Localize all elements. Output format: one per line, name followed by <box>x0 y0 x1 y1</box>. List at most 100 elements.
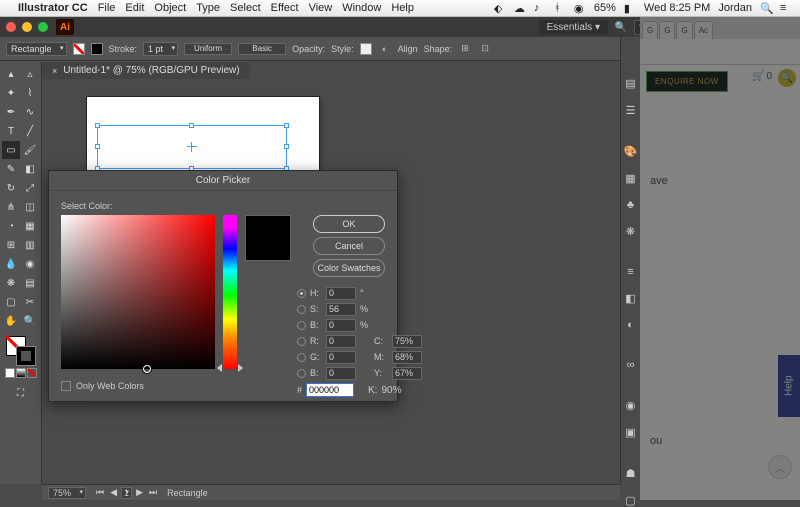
bl-radio[interactable] <box>297 369 306 378</box>
wifi-icon[interactable]: ◉ <box>574 2 586 14</box>
type-tool-icon[interactable]: T <box>2 122 20 140</box>
lasso-tool-icon[interactable]: ⌇ <box>21 84 39 102</box>
fill-swatch[interactable] <box>73 43 85 55</box>
menu-help[interactable]: Help <box>391 2 414 14</box>
resize-handle-icon[interactable] <box>95 144 100 149</box>
bluetooth-icon[interactable]: ᚼ <box>554 2 566 14</box>
b-input[interactable]: 0 <box>326 319 356 332</box>
libraries-panel-icon[interactable]: ☰ <box>623 104 639 117</box>
h-input[interactable]: 0 <box>326 287 356 300</box>
dropbox-icon[interactable]: ⬖ <box>494 2 506 14</box>
rectangle-tool-icon[interactable]: ▭ <box>2 141 20 159</box>
spotlight-icon[interactable]: 🔍 <box>760 2 772 14</box>
window-minimize-icon[interactable] <box>22 22 32 32</box>
symbol-sprayer-tool-icon[interactable]: ❋ <box>2 274 20 292</box>
user-menu[interactable]: Jordan <box>718 2 752 14</box>
appearance-panel-icon[interactable]: ◉ <box>623 399 639 412</box>
free-transform-tool-icon[interactable]: ◫ <box>21 198 39 216</box>
hue-arrow-icon[interactable] <box>238 364 243 372</box>
clock[interactable]: Wed 8:25 PM <box>644 2 710 14</box>
s-radio[interactable] <box>297 305 306 314</box>
menu-object[interactable]: Object <box>154 2 186 14</box>
direct-selection-tool-icon[interactable]: ▵ <box>21 65 39 83</box>
zoom-tool-icon[interactable]: 🔍 <box>21 312 39 330</box>
perspective-tool-icon[interactable]: ▦ <box>21 217 39 235</box>
blend-tool-icon[interactable]: ◉ <box>21 255 39 273</box>
screen-mode-icon[interactable]: ⛶ <box>12 384 30 402</box>
graph-tool-icon[interactable]: ▤ <box>21 274 39 292</box>
color-panel-icon[interactable]: 🎨 <box>623 145 639 158</box>
layers-panel-icon[interactable]: ☗ <box>623 467 639 480</box>
app-menu[interactable]: Illustrator CC <box>18 2 88 14</box>
color-mode-icon[interactable] <box>5 368 15 378</box>
window-close-icon[interactable] <box>6 22 16 32</box>
close-tab-icon[interactable]: × <box>52 66 57 76</box>
blue-input[interactable]: 0 <box>326 367 356 380</box>
none-mode-icon[interactable] <box>27 368 37 378</box>
s-input[interactable]: 56 <box>326 303 356 316</box>
prev-icon[interactable]: ◀ <box>108 487 119 498</box>
brush-dropdown[interactable]: Basic <box>238 43 286 55</box>
shape-type-dropdown[interactable]: Rectangle <box>6 42 67 56</box>
transform-icon[interactable]: ⊞ <box>458 42 472 56</box>
recolor-icon[interactable]: ◐ <box>378 42 392 56</box>
pen-tool-icon[interactable]: ✒ <box>2 103 20 121</box>
menu-view[interactable]: View <box>309 2 333 14</box>
menu-window[interactable]: Window <box>342 2 381 14</box>
stroke-panel-icon[interactable]: ≡ <box>623 266 639 278</box>
search-icon[interactable]: 🔍 <box>614 20 628 34</box>
workspace-switcher[interactable]: Essentials ▾ <box>539 20 608 35</box>
g-radio[interactable] <box>297 353 306 362</box>
brushes-panel-icon[interactable]: ♣ <box>623 199 639 211</box>
menu-file[interactable]: File <box>98 2 116 14</box>
cc-libraries-icon[interactable]: ∞ <box>623 359 639 371</box>
style-swatch[interactable] <box>360 43 372 55</box>
resize-handle-icon[interactable] <box>284 123 289 128</box>
cancel-button[interactable]: Cancel <box>313 237 385 255</box>
artboard-nav[interactable]: ⏮ ◀ 1 ▶ ⏭ <box>94 487 159 499</box>
selection-tool-icon[interactable]: ▴ <box>2 65 20 83</box>
line-tool-icon[interactable]: ╱ <box>21 122 39 140</box>
m-input[interactable]: 68% <box>392 351 422 364</box>
artboard-tool-icon[interactable]: ▢ <box>2 293 20 311</box>
artboard-number[interactable]: 1 <box>121 487 132 499</box>
color-field[interactable] <box>61 215 215 369</box>
stroke-profile-dropdown[interactable]: Uniform <box>184 43 232 55</box>
r-input[interactable]: 0 <box>326 335 356 348</box>
b-radio[interactable] <box>297 321 306 330</box>
hex-input[interactable]: 000000 <box>306 383 354 397</box>
gradient-panel-icon[interactable]: ◧ <box>623 292 639 305</box>
selected-rectangle[interactable] <box>97 125 287 169</box>
cloud-icon[interactable]: ☁ <box>514 2 526 14</box>
slice-tool-icon[interactable]: ✂ <box>21 293 39 311</box>
ok-button[interactable]: OK <box>313 215 385 233</box>
resize-handle-icon[interactable] <box>189 123 194 128</box>
isolate-icon[interactable]: ⊡ <box>478 42 492 56</box>
eraser-tool-icon[interactable]: ◧ <box>21 160 39 178</box>
scale-tool-icon[interactable]: ⤢ <box>21 179 39 197</box>
k-input[interactable]: 90% <box>381 385 401 396</box>
headphones-icon[interactable]: ♪ <box>534 2 546 14</box>
c-input[interactable]: 75% <box>392 335 422 348</box>
hue-slider[interactable] <box>223 215 237 369</box>
gradient-tool-icon[interactable]: ▥ <box>21 236 39 254</box>
zoom-dropdown[interactable]: 75% <box>48 487 86 499</box>
stroke-swatch[interactable] <box>91 43 103 55</box>
menu-edit[interactable]: Edit <box>125 2 144 14</box>
fill-stroke-control[interactable] <box>6 336 36 366</box>
next-icon[interactable]: ▶ <box>134 487 145 498</box>
curvature-tool-icon[interactable]: ∿ <box>21 103 39 121</box>
stroke-icon[interactable] <box>16 346 36 366</box>
graphic-styles-panel-icon[interactable]: ▣ <box>623 426 639 439</box>
properties-panel-icon[interactable]: ▤ <box>623 77 639 90</box>
h-radio[interactable] <box>297 289 306 298</box>
y-input[interactable]: 67% <box>392 367 422 380</box>
magic-wand-tool-icon[interactable]: ✦ <box>2 84 20 102</box>
notification-icon[interactable]: ≡ <box>780 2 792 14</box>
window-zoom-icon[interactable] <box>38 22 48 32</box>
eyedropper-tool-icon[interactable]: 💧 <box>2 255 20 273</box>
color-cursor-icon[interactable] <box>143 365 151 373</box>
hue-arrow-icon[interactable] <box>217 364 222 372</box>
color-swatches-button[interactable]: Color Swatches <box>313 259 385 277</box>
menu-effect[interactable]: Effect <box>271 2 299 14</box>
